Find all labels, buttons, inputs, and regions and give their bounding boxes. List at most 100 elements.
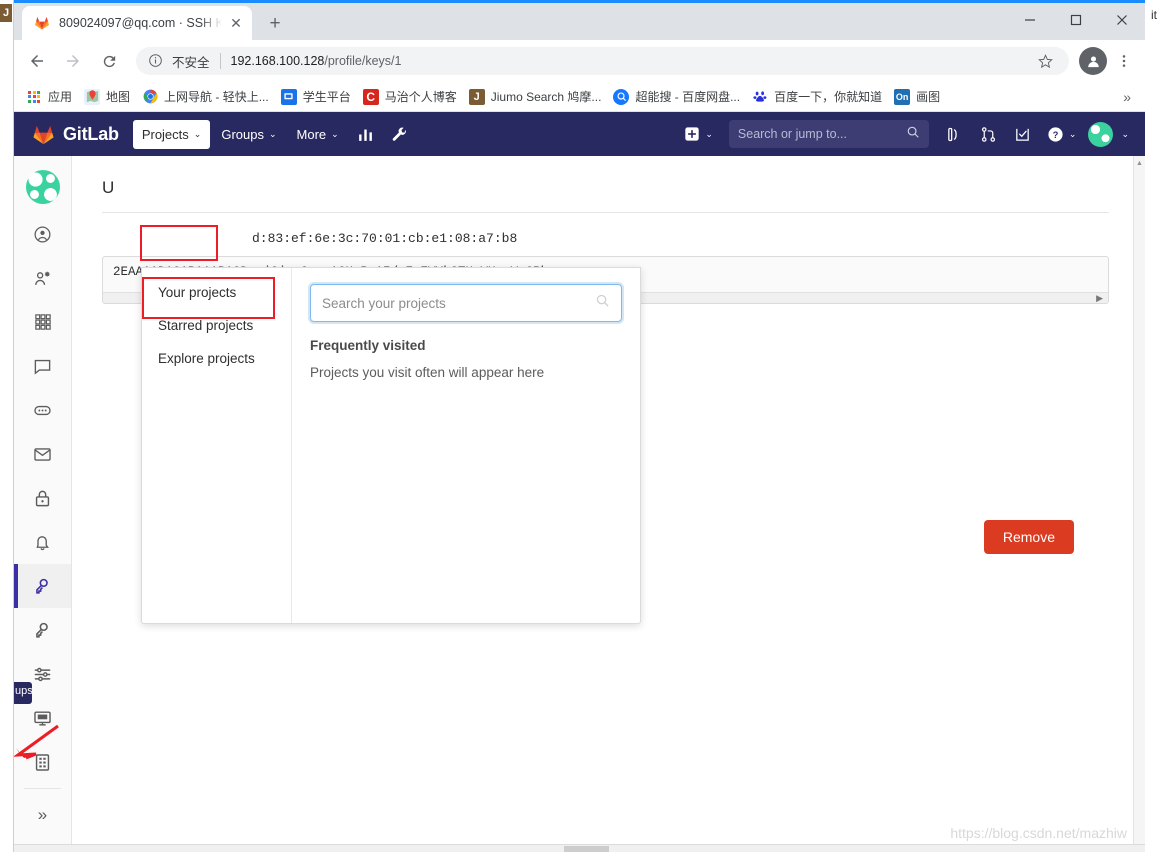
new-tab-button[interactable]: + [262,11,288,37]
user-menu-button[interactable]: ⌄ [1082,121,1135,147]
info-circle-icon[interactable] [148,53,164,69]
sidebar-item-gpg-keys[interactable] [14,608,71,652]
apps-grid-icon [26,89,42,105]
maps-icon [84,88,101,105]
dropdown-link-your-projects[interactable]: Your projects [142,276,291,309]
c-icon: C [362,88,379,105]
bookmark-label: 地图 [106,90,131,104]
dropdown-link-starred-projects[interactable]: Starred projects [142,309,291,342]
url-path: /profile/keys/1 [324,54,402,68]
nav-groups-label: Groups [221,126,264,142]
toolbar-right-group [1075,47,1137,75]
student-icon [280,88,297,105]
fingerprint-row: d:83:ef:6e:3c:70:01:cb:e1:08:a7:b8 [102,231,1109,246]
sidebar-item-emails[interactable] [14,432,71,476]
bookmark-chaonengsou[interactable]: 超能搜 - 百度网盘... [607,85,746,108]
todos-icon[interactable] [1007,119,1039,149]
bookmark-personal-blog[interactable]: C 马治个人博客 [357,85,463,108]
maximize-button[interactable] [1053,3,1099,37]
scroll-up-arrow-icon[interactable]: ▲ [1134,157,1145,169]
background-window-icon: J [0,4,12,22]
scroll-right-arrow-icon[interactable]: ▶ [1096,293,1103,303]
bookmark-student-platform[interactable]: 学生平台 [275,85,357,108]
minimize-button[interactable] [1007,3,1053,37]
sidebar-item-ssh-keys[interactable] [14,564,71,608]
back-button[interactable] [22,46,52,76]
bookmark-jiumo-search[interactable]: J Jiumo Search 鸠摩... [463,85,608,108]
fingerprint-label [102,231,252,246]
horizontal-scrollbar-thumb[interactable] [564,846,609,852]
wrench-icon[interactable] [384,119,416,149]
search-icon[interactable] [906,125,920,144]
forward-button[interactable] [58,46,88,76]
nav-projects-dropdown[interactable]: Projects ⌄ [132,119,211,149]
double-chevron-right-icon: » [37,805,48,824]
bookmark-maps[interactable]: 地图 [78,85,136,108]
sidebar-item-account[interactable] [14,256,71,300]
on-icon: On [894,88,911,105]
issues-icon[interactable] [939,119,971,149]
close-tab-icon[interactable]: ✕ [226,13,246,33]
sidebar-tooltip: ups [14,682,32,704]
background-window-right-edge: it [1145,0,1157,852]
sidebar-item-chat[interactable] [14,344,71,388]
sidebar-item-password[interactable] [14,476,71,520]
page-vertical-scrollbar[interactable]: ▲ [1133,156,1145,844]
sidebar-item-notifications[interactable] [14,520,71,564]
merge-requests-icon[interactable] [973,119,1005,149]
project-search-box[interactable] [310,284,622,322]
avatar [1088,121,1114,147]
dropdown-link-explore-projects[interactable]: Explore projects [142,342,291,375]
user-settings-sidebar: » [14,156,72,852]
nav-more-dropdown[interactable]: More ⌄ [288,120,348,149]
baidu-icon [752,89,768,105]
projects-dropdown-panel: Your projects Starred projects Explore p… [141,267,641,624]
page-horizontal-scrollbar[interactable] [14,844,1145,852]
projects-dropdown-links: Your projects Starred projects Explore p… [142,268,292,623]
sidebar-item-applications[interactable] [14,300,71,344]
reload-button[interactable] [94,46,124,76]
bookmarks-bar: 应用 地图 上网导航 - 轻快上... 学生平台 C 马治个人博客 J Jium… [14,82,1145,112]
page-title: U [102,178,115,197]
kebab-menu-icon[interactable] [1111,53,1137,69]
omnibox-divider [219,53,221,69]
bookmark-label: 学生平台 [302,90,351,104]
bookmark-label: 上网导航 - 轻快上... [164,90,269,104]
sidebar-item-profile[interactable] [14,212,71,256]
security-status-label: 不安全 [172,55,210,70]
url-host: 192.168.100.128 [230,54,325,68]
global-search-box[interactable] [728,120,929,148]
bookmark-label: Jiumo Search 鸠摩... [490,90,602,104]
bookmarks-overflow-icon[interactable]: » [1115,89,1139,105]
bookmark-star-icon[interactable] [1033,53,1057,69]
bookmark-paint[interactable]: On 画图 [888,85,946,108]
nav-groups-dropdown[interactable]: Groups ⌄ [212,120,285,149]
bookmark-baidu[interactable]: 百度一下，你就知道 [746,85,888,108]
chrome-browser-window: 809024097@qq.com · SSH Key ✕ + 不安全 192.1… [14,0,1145,852]
bookmark-navigation[interactable]: 上网导航 - 轻快上... [136,85,275,108]
sidebar-collapse-button[interactable]: » [14,793,71,837]
project-search-input[interactable] [322,295,595,311]
gitlab-logo[interactable]: GitLab [24,123,119,146]
create-new-button[interactable]: ⌄ [678,126,719,142]
help-button[interactable]: ? ⌄ [1041,126,1083,143]
sidebar-item-access-tokens[interactable] [14,388,71,432]
remove-button[interactable]: Remove [983,520,1074,554]
browser-tab[interactable]: 809024097@qq.com · SSH Key ✕ [22,6,252,40]
search-icon[interactable] [595,293,610,313]
tab-title: 809024097@qq.com · SSH Key [59,16,226,30]
sidebar-item-authentication-log[interactable] [14,740,71,784]
gitlab-favicon [34,15,50,31]
search-input[interactable] [737,127,906,141]
close-window-button[interactable] [1099,3,1145,37]
bookmark-apps[interactable]: 应用 [20,85,78,108]
j-icon: J [468,88,485,105]
screen: J it 809024097@qq.com · SSH Key ✕ + 不安全 … [0,0,1157,852]
avatar[interactable] [25,170,60,204]
profile-icon[interactable] [1079,47,1107,75]
analytics-icon[interactable] [350,119,382,149]
bookmark-label: 超能搜 - 百度网盘... [635,90,741,104]
address-bar[interactable]: 不安全 192.168.100.128/profile/keys/1 [136,47,1069,75]
frequently-visited-heading: Frequently visited [310,338,426,353]
search-blue-icon [613,88,630,105]
